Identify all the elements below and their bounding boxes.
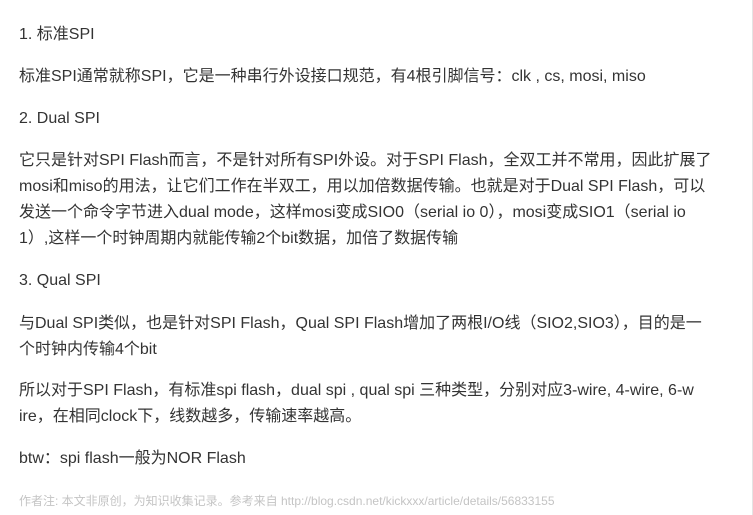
- paragraph-line: 1）,这样一个时钟周期内就能传输2个bit数据，加倍了数据传输: [19, 230, 459, 247]
- paragraph-line: 与Dual SPI类似，也是针对SPI Flash，Qual SPI Flash…: [19, 315, 702, 332]
- paragraph-line: btw：spi flash一般为NOR Flash: [19, 450, 246, 467]
- source-note: 作者注: 本文非原创，为知识收集记录。参考来自 http://blog.csdn…: [19, 494, 555, 508]
- paragraph-line: 标准SPI通常就称SPI，它是一种串行外设接口规范，有4根引脚信号：clk , …: [19, 68, 646, 85]
- paragraph-line: ire，在相同clock下，线数越多，传输速率越高。: [19, 408, 362, 425]
- paragraph-line: 所以对于SPI Flash，有标准spi flash，dual spi , qu…: [19, 382, 694, 399]
- paragraph-line: mosi和miso的用法，让它们工作在半双工，用以加倍数据传输。也就是对于Dua…: [19, 178, 706, 195]
- section-heading: 3. Qual SPI: [19, 272, 101, 289]
- section-heading: 2. Dual SPI: [19, 110, 100, 127]
- paragraph-line: 发送一个命令字节进入dual mode，这样mosi变成SIO0（serial …: [19, 204, 686, 221]
- paragraph-line: 个时钟内传输4个bit: [19, 341, 157, 358]
- paragraph-line: 它只是针对SPI Flash而言，不是针对所有SPI外设。对于SPI Flash…: [19, 152, 712, 169]
- section-heading: 1. 标准SPI: [19, 26, 95, 43]
